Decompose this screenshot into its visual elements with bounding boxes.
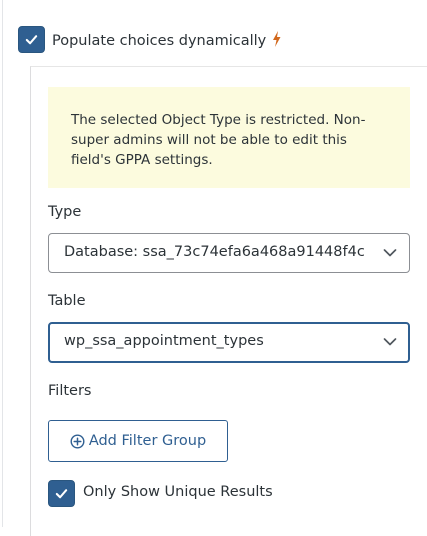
- unique-results-checkbox[interactable]: [48, 480, 75, 507]
- populate-choices-row[interactable]: Populate choices dynamically: [52, 31, 281, 49]
- type-select[interactable]: Database: ssa_73c74efa6a468a91448f4c: [48, 233, 410, 273]
- chevron-down-icon: [383, 338, 397, 346]
- panel-left-rule: [2, 0, 3, 527]
- checkmark-icon: [25, 35, 38, 45]
- lightning-bolt-icon: [272, 31, 281, 49]
- restricted-notice-text: The selected Object Type is restricted. …: [71, 112, 366, 168]
- unique-results-label[interactable]: Only Show Unique Results: [83, 484, 273, 500]
- table-label: Table: [48, 293, 86, 309]
- populate-choices-checkbox[interactable]: [18, 26, 45, 53]
- populate-choices-label: Populate choices dynamically: [52, 33, 267, 49]
- plus-circle-icon: [70, 434, 85, 448]
- add-filter-group-button[interactable]: Add Filter Group: [48, 420, 228, 462]
- type-label: Type: [48, 204, 82, 220]
- add-filter-group-label: Add Filter Group: [88, 433, 207, 449]
- table-select[interactable]: wp_ssa_appointment_types: [48, 322, 410, 363]
- type-select-value: Database: ssa_73c74efa6a468a91448f4c: [64, 244, 365, 260]
- restricted-notice: The selected Object Type is restricted. …: [48, 87, 410, 188]
- chevron-down-icon: [383, 249, 397, 257]
- table-select-value: wp_ssa_appointment_types: [64, 333, 264, 349]
- checkmark-icon: [55, 489, 68, 499]
- filters-label: Filters: [48, 383, 92, 399]
